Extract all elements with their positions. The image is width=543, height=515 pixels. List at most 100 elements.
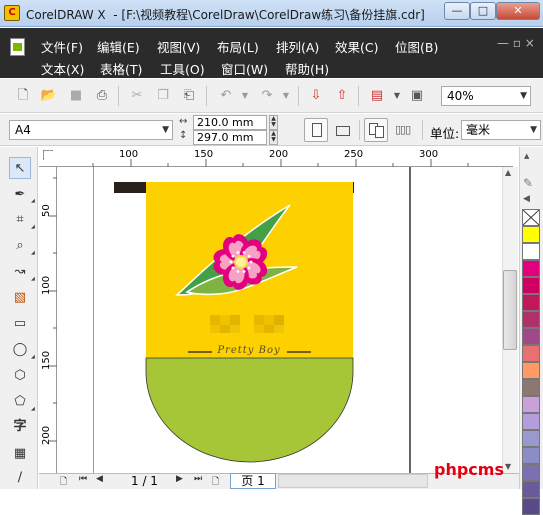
add-page-after-icon[interactable]: 🗋: [212, 474, 219, 490]
color-swatch[interactable]: [522, 345, 540, 362]
color-swatch[interactable]: [522, 243, 540, 260]
redo-icon[interactable]: ↷: [258, 88, 276, 104]
welcome-screen-icon[interactable]: ▣: [408, 88, 426, 104]
zoom-tool-icon[interactable]: ⌕: [9, 235, 31, 257]
scroll-up-arrow-icon[interactable]: ▲: [505, 168, 511, 177]
new-document-icon[interactable]: 🗋: [14, 88, 32, 104]
menu-text[interactable]: 文本(X): [41, 59, 84, 78]
palette-scroll-up-icon[interactable]: ▲: [524, 152, 529, 160]
banner-bottom-panel[interactable]: [146, 358, 353, 462]
color-swatch[interactable]: [522, 311, 540, 328]
color-swatch[interactable]: [522, 260, 540, 277]
zoom-value: 40%: [447, 89, 474, 103]
ruler-tick-label: 150: [194, 149, 214, 160]
color-swatch[interactable]: [522, 447, 540, 464]
copy-icon[interactable]: ❐: [154, 88, 172, 104]
current-page-icon[interactable]: ▯▯▯: [395, 123, 411, 136]
ruler-tick-label: 200: [269, 149, 289, 160]
color-swatch[interactable]: [522, 413, 540, 430]
dimension-tool-icon[interactable]: ∕: [9, 467, 31, 489]
menu-view[interactable]: 视图(V): [157, 37, 200, 56]
color-swatch[interactable]: [522, 226, 540, 243]
color-swatch[interactable]: [522, 481, 540, 498]
print-icon[interactable]: ⎙: [93, 88, 111, 104]
save-icon[interactable]: ■: [67, 88, 85, 104]
basic-shapes-tool-icon[interactable]: ⬠: [9, 391, 31, 413]
color-swatch[interactable]: [522, 277, 540, 294]
color-swatch[interactable]: [522, 362, 540, 379]
minimize-button[interactable]: —: [444, 2, 470, 20]
vertical-scroll-thumb[interactable]: [503, 270, 517, 350]
last-page-icon[interactable]: ⏭: [194, 474, 202, 484]
menu-bitmaps[interactable]: 位图(B): [395, 37, 438, 56]
undo-icon[interactable]: ↶: [217, 88, 235, 104]
shape-tool-icon[interactable]: ✒: [9, 184, 31, 206]
redo-dropdown-icon[interactable]: ▼: [277, 88, 295, 104]
menu-file[interactable]: 文件(F): [41, 37, 83, 56]
smart-fill-tool-icon[interactable]: ▧: [9, 287, 31, 309]
scroll-down-arrow-icon[interactable]: ▼: [505, 462, 511, 471]
launcher-dropdown-icon[interactable]: ▼: [388, 88, 406, 104]
menu-tools[interactable]: 工具(O): [160, 59, 205, 78]
all-pages-button[interactable]: [364, 118, 388, 142]
cut-icon[interactable]: ✂: [128, 88, 146, 104]
first-page-icon[interactable]: ⏮: [79, 474, 87, 484]
undo-dropdown-icon[interactable]: ▼: [236, 88, 254, 104]
open-folder-icon[interactable]: 📂: [40, 88, 58, 104]
mdi-window-controls[interactable]: — ▫ ×: [497, 36, 535, 50]
menu-help[interactable]: 帮助(H): [285, 59, 329, 78]
add-page-before-icon[interactable]: 🗋: [60, 474, 67, 490]
flyout-arrow-icon: ◢: [31, 354, 35, 360]
color-swatch[interactable]: [522, 430, 540, 447]
menu-effects[interactable]: 效果(C): [335, 37, 378, 56]
menu-arrange[interactable]: 排列(A): [276, 37, 319, 56]
previous-page-icon[interactable]: ◀: [96, 474, 103, 484]
landscape-button[interactable]: [330, 118, 354, 142]
menu-window[interactable]: 窗口(W): [221, 59, 268, 78]
portrait-button[interactable]: [304, 118, 328, 142]
color-swatch[interactable]: [522, 328, 540, 345]
ellipse-tool-icon[interactable]: ◯: [9, 339, 31, 361]
rectangle-tool-icon[interactable]: ▭: [9, 313, 31, 335]
vertical-ruler[interactable]: 50 100 150 200: [39, 167, 57, 473]
units-label: 单位:: [430, 126, 460, 141]
horizontal-ruler[interactable]: 100 150 200 250 300: [56, 147, 513, 167]
polygon-tool-icon[interactable]: ⬡: [9, 365, 31, 387]
color-swatch[interactable]: [522, 396, 540, 413]
zoom-level-select[interactable]: 40% ▼: [441, 86, 531, 106]
freehand-tool-icon[interactable]: ↝: [9, 261, 31, 283]
ruler-origin[interactable]: [39, 147, 57, 167]
close-button[interactable]: ✕: [496, 2, 540, 20]
no-color-swatch[interactable]: [522, 209, 540, 226]
color-swatch[interactable]: [522, 379, 540, 396]
import-icon[interactable]: ⇩: [307, 88, 325, 104]
flower-stamen: [247, 254, 251, 258]
page-size-select[interactable]: A4 ▼: [9, 120, 173, 140]
units-select[interactable]: 毫米 ▼: [461, 120, 541, 140]
color-swatch[interactable]: [522, 498, 540, 515]
restore-button[interactable]: □: [470, 2, 496, 20]
horizontal-scrollbar[interactable]: [278, 474, 428, 488]
menu-table[interactable]: 表格(T): [100, 59, 142, 78]
page-width-input[interactable]: 210.0 mm: [193, 115, 267, 130]
text-tool-icon[interactable]: 字: [9, 416, 31, 438]
banner-artwork[interactable]: Pretty Boy: [57, 167, 502, 473]
color-swatch[interactable]: [522, 464, 540, 481]
menu-layout[interactable]: 布局(L): [217, 37, 259, 56]
ruler-tick-label: 200: [41, 425, 52, 445]
application-launcher-icon[interactable]: ▤: [368, 88, 386, 104]
height-stepper[interactable]: ▲ ▼: [269, 130, 278, 145]
eyedropper-icon[interactable]: ✎: [523, 176, 533, 190]
export-icon[interactable]: ⇧: [333, 88, 351, 104]
next-page-icon[interactable]: ▶: [176, 474, 183, 484]
palette-flyout-icon[interactable]: ◀: [523, 194, 530, 204]
page-height-input[interactable]: 297.0 mm: [193, 130, 267, 145]
table-tool-icon[interactable]: ▦: [9, 443, 31, 465]
page-tab[interactable]: 页 1: [230, 473, 276, 489]
width-stepper[interactable]: ▲ ▼: [269, 115, 278, 130]
color-swatch[interactable]: [522, 294, 540, 311]
crop-tool-icon[interactable]: ⌗: [9, 209, 31, 231]
pick-tool-icon[interactable]: ↖: [9, 157, 31, 179]
paste-icon[interactable]: ⎗: [180, 88, 198, 104]
menu-edit[interactable]: 编辑(E): [97, 37, 140, 56]
